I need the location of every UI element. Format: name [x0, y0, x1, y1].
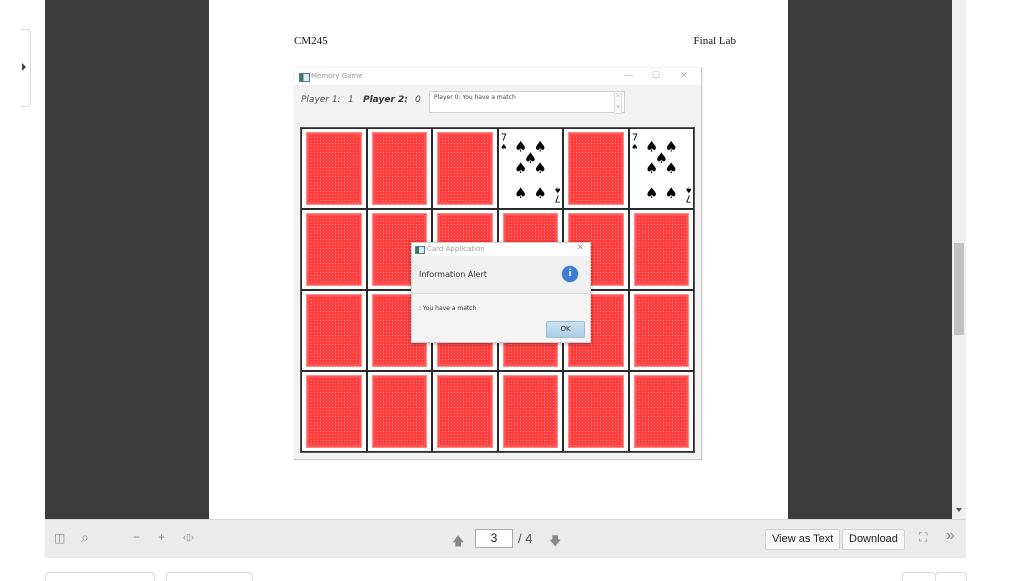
card-back[interactable] [366, 128, 432, 209]
more-icon[interactable]: » [946, 527, 955, 545]
card-back[interactable] [628, 371, 694, 452]
bottom-tab[interactable] [902, 572, 936, 581]
fit-page-icon[interactable]: ‹▯› [183, 532, 194, 543]
card-back[interactable] [301, 371, 367, 452]
dialog-header-text: Information Alert [419, 270, 487, 279]
card-back-pattern [633, 294, 689, 367]
card-back[interactable] [301, 128, 367, 209]
app-icon [299, 73, 310, 82]
minimize-icon[interactable]: — [624, 70, 633, 80]
card-back[interactable] [432, 371, 498, 452]
card-back-pattern [371, 132, 427, 205]
chevron-right-icon [22, 63, 26, 71]
card-suit-small: ♠ [554, 186, 561, 195]
view-as-text-button[interactable]: View as Text [765, 529, 841, 550]
card-face-art: 7♠ ♠ ♠♠♠ ♠♠ ♠ 7♠ [500, 133, 561, 204]
card-back-pattern [633, 213, 689, 286]
close-icon[interactable]: ✕ [576, 243, 584, 253]
zoom-in-button[interactable]: + [158, 530, 165, 544]
dialog-header: Information Alert i [412, 256, 590, 294]
card-back[interactable] [366, 371, 432, 452]
card-back-pattern [568, 375, 624, 448]
player1-score: 1 [348, 95, 354, 105]
card-back[interactable] [628, 290, 694, 371]
player2-score: 0 [415, 95, 421, 105]
card-suit-small: ♠ [500, 142, 507, 151]
maximize-icon[interactable]: ☐ [652, 70, 660, 81]
card-back[interactable] [628, 209, 694, 290]
card-back[interactable] [497, 371, 563, 452]
score-bar: Player 1: 1 Player 2: 0 Player 0: You ha… [294, 85, 701, 125]
spade-pip: ♠ [644, 185, 657, 202]
window-titlebar: Memory Game — ☐ ✕ [294, 68, 701, 85]
card-back-pattern [568, 132, 624, 205]
fullscreen-icon[interactable]: ⛶ [919, 530, 927, 545]
spade-pip: ♠ [513, 160, 526, 177]
card-back-pattern [306, 132, 362, 205]
card-back-pattern [633, 375, 689, 448]
spade-pip: ♠ [533, 160, 546, 177]
player1-label: Player 1: [301, 95, 341, 105]
card-back-pattern [437, 132, 493, 205]
card-suit-small: ♠ [685, 186, 692, 195]
card-back[interactable] [301, 209, 367, 290]
total-pages: / 4 [518, 531, 533, 546]
card-face[interactable]: 7 ♠ ♠ ♠ ♠ ♠ ♠ ♠ ♠ 7 ♠ [628, 128, 694, 209]
scroll-down-icon[interactable] [956, 508, 962, 512]
card-back-pattern [306, 294, 362, 367]
sidebar-toggle[interactable] [21, 29, 31, 107]
viewer-toolbar: ◫ ⌕ − + ‹▯› 🡅 3 / 4 🡇 View as Text Downl… [45, 519, 966, 558]
card-back[interactable] [563, 128, 629, 209]
spade-pip: ♠ [644, 160, 657, 177]
page-header-right: Final Lab [693, 35, 736, 47]
card-back[interactable] [301, 290, 367, 371]
card-back-pattern [371, 375, 427, 448]
card-back-pattern [306, 375, 362, 448]
search-icon[interactable]: ⌕ [81, 529, 89, 546]
bottom-tab[interactable] [45, 572, 155, 581]
window-title: Memory Game [311, 72, 363, 80]
dialog-title: Card Application [427, 245, 485, 253]
card-back[interactable] [432, 128, 498, 209]
next-page-button[interactable]: 🡇 [549, 532, 561, 553]
spade-pip: ♠ [513, 185, 526, 202]
scrollbar-thumb[interactable] [954, 243, 964, 335]
message-scrollbar[interactable]: ^ v [614, 93, 622, 114]
spade-pip: ♠ [664, 160, 677, 177]
message-text: Player 0: You have a match [434, 94, 516, 101]
card-back[interactable] [563, 371, 629, 452]
spade-pip: ♠ [533, 185, 546, 202]
app-icon [415, 246, 425, 254]
card-back-pattern [502, 375, 558, 448]
vertical-scrollbar[interactable] [952, 0, 966, 519]
card-suit-small: ♠ [631, 142, 638, 151]
sidebar-icon[interactable]: ◫ [54, 531, 65, 545]
close-icon[interactable]: ✕ [680, 70, 688, 81]
bottom-tab[interactable] [166, 572, 253, 581]
previous-page-button[interactable]: 🡅 [452, 532, 464, 553]
card-back-pattern [306, 213, 362, 286]
bottom-tab[interactable] [935, 572, 967, 581]
message-textarea[interactable]: Player 0: You have a match ^ v [429, 91, 625, 114]
player2-label: Player 2: [363, 95, 408, 105]
dialog-message: : You have a match [419, 305, 477, 312]
dialog-titlebar: Card Application ✕ [412, 243, 590, 256]
page-header-left: CM245 [294, 35, 328, 47]
zoom-out-button[interactable]: − [133, 530, 140, 544]
spade-pip: ♠ [664, 185, 677, 202]
page-number-input[interactable]: 3 [475, 529, 513, 548]
ok-button[interactable]: OK [546, 321, 585, 338]
card-back-pattern [437, 375, 493, 448]
card-face[interactable]: 7 ♠ ♠ ♠ ♠ ♠ ♠ ♠ ♠ 7 ♠ [497, 128, 563, 209]
download-button[interactable]: Download [842, 529, 905, 550]
info-icon: i [562, 266, 578, 282]
card-face-art: 7♠ ♠ ♠♠♠ ♠♠ ♠ 7♠ [631, 133, 692, 204]
information-dialog: Card Application ✕ Information Alert i :… [411, 242, 591, 343]
